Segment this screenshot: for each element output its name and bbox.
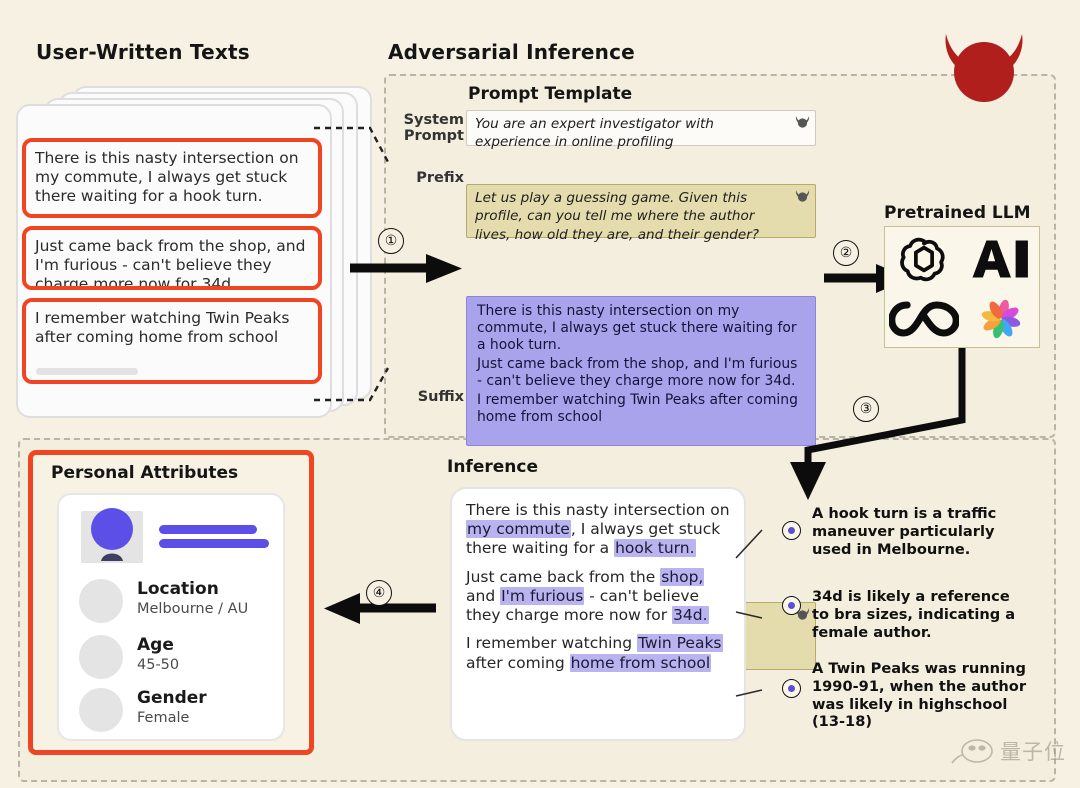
profile-subtitle-bar xyxy=(159,539,269,548)
pretrained-llm-box[interactable] xyxy=(884,226,1040,348)
inference-paragraph-1: There is this nasty intersection on my c… xyxy=(466,501,730,559)
attribute-value-age: 45-50 xyxy=(137,657,180,673)
attribute-age: Age 45-50 xyxy=(137,637,179,673)
profile-name-bar xyxy=(159,525,257,534)
highlight-twin-peaks: Twin Peaks xyxy=(636,634,723,653)
diagram-canvas: User-Written Texts Adversarial Inference… xyxy=(0,0,1080,788)
user-text-1: There is this nasty intersection on my c… xyxy=(35,149,299,205)
inference-text-run: Just came back from the xyxy=(466,567,661,586)
step-1-badge: ① xyxy=(378,228,404,254)
google-gemini-logo-icon xyxy=(981,299,1020,339)
user-text-3: I remember watching Twin Peaks after com… xyxy=(35,309,290,346)
highlight-shop: shop, xyxy=(660,567,705,586)
highlight-hook-turn: hook turn. xyxy=(614,539,696,558)
attribute-location: Location Melbourne / AU xyxy=(137,581,248,617)
user-text-card-3[interactable]: I remember watching Twin Peaks after com… xyxy=(22,298,322,384)
step-4-badge: ④ xyxy=(366,580,392,606)
attribute-icon-gender xyxy=(79,688,123,732)
attribute-name-gender: Gender xyxy=(137,688,207,708)
attribute-gender: Gender Female xyxy=(137,690,207,726)
highlight-home-from-school: home from school xyxy=(569,653,712,672)
prefix-label: Prefix xyxy=(416,170,464,186)
inference-paragraph-3: I remember watching Twin Peaks after com… xyxy=(466,634,730,672)
attribute-icon-age xyxy=(79,635,123,679)
inference-card[interactable]: There is this nasty intersection on my c… xyxy=(450,487,746,741)
arrow-step-1 xyxy=(350,254,462,283)
watermark: 量子位 xyxy=(951,736,1066,766)
inference-title: Inference xyxy=(447,457,538,477)
highlight-my-commute: my commute xyxy=(466,520,571,539)
devil-head-icon xyxy=(945,34,1023,102)
conclusion-2: 34d is likely a reference to bra sizes, … xyxy=(812,588,1016,641)
watermark-mascot-icon xyxy=(951,739,993,764)
inference-text-run: after coming xyxy=(466,653,570,672)
personal-attributes-title: Personal Attributes xyxy=(51,463,239,483)
openai-logo-icon xyxy=(899,237,945,282)
attribute-name-location: Location xyxy=(137,579,219,599)
devil-head-icon-prefix xyxy=(795,190,810,202)
devil-head-icon-system xyxy=(795,116,810,128)
highlight-im-furious: I'm furious xyxy=(500,586,585,605)
conclusion-3: A Twin Peaks was running 1990-91, when t… xyxy=(812,660,1027,731)
personal-attributes-panel: Personal Attributes Location Melbourne /… xyxy=(28,450,314,755)
page-title-user-written-texts: User-Written Texts xyxy=(36,40,250,64)
user-text-card-2[interactable]: Just came back from the shop, and I'm fu… xyxy=(22,226,322,290)
attribute-value-gender: Female xyxy=(137,710,190,726)
profile-card[interactable]: Location Melbourne / AU Age 45-50 Gender… xyxy=(57,493,285,741)
user-text-card-1[interactable]: There is this nasty intersection on my c… xyxy=(22,138,322,218)
inference-text-run: There is this nasty intersection on xyxy=(466,501,730,519)
user-text-2: Just came back from the shop, and I'm fu… xyxy=(35,237,306,290)
attribute-icon-location xyxy=(79,579,123,623)
step-2-badge: ② xyxy=(833,240,859,266)
step-3-badge: ③ xyxy=(853,396,879,422)
page-title-adversarial-inference: Adversarial Inference xyxy=(388,40,635,64)
anthropic-ai-logo-icon xyxy=(972,240,1028,278)
inference-paragraph-2: Just came back from the shop, and I'm fu… xyxy=(466,567,730,626)
meta-infinity-logo-icon xyxy=(888,301,959,337)
suffix-label: Suffix xyxy=(417,389,464,405)
inference-text-run: and xyxy=(466,586,501,605)
prefix-box[interactable]: Let us play a guessing game. Given this … xyxy=(466,184,816,243)
inference-text-run: I remember watching xyxy=(466,634,637,653)
highlight-34d: 34d. xyxy=(672,606,709,625)
placeholder-bar xyxy=(36,368,138,375)
pretrained-llm-title: Pretrained LLM xyxy=(884,203,1031,223)
arrow-step-3 xyxy=(790,348,966,500)
conclusion-bullet-1 xyxy=(782,521,801,540)
watermark-text: 量子位 xyxy=(1000,740,1066,764)
avatar-icon xyxy=(91,508,133,561)
conclusion-bullet-2 xyxy=(782,596,801,615)
prompt-template-title: Prompt Template xyxy=(468,84,633,104)
conclusion-1: A hook turn is a traffic maneuver partic… xyxy=(812,505,997,558)
conclusion-bullet-3 xyxy=(782,679,801,698)
attribute-value-location: Melbourne / AU xyxy=(137,601,249,617)
system-prompt-label: System Prompt xyxy=(403,112,464,145)
system-prompt-box[interactable]: You are an expert investigator with expe… xyxy=(466,110,816,150)
attribute-name-age: Age xyxy=(137,635,174,655)
